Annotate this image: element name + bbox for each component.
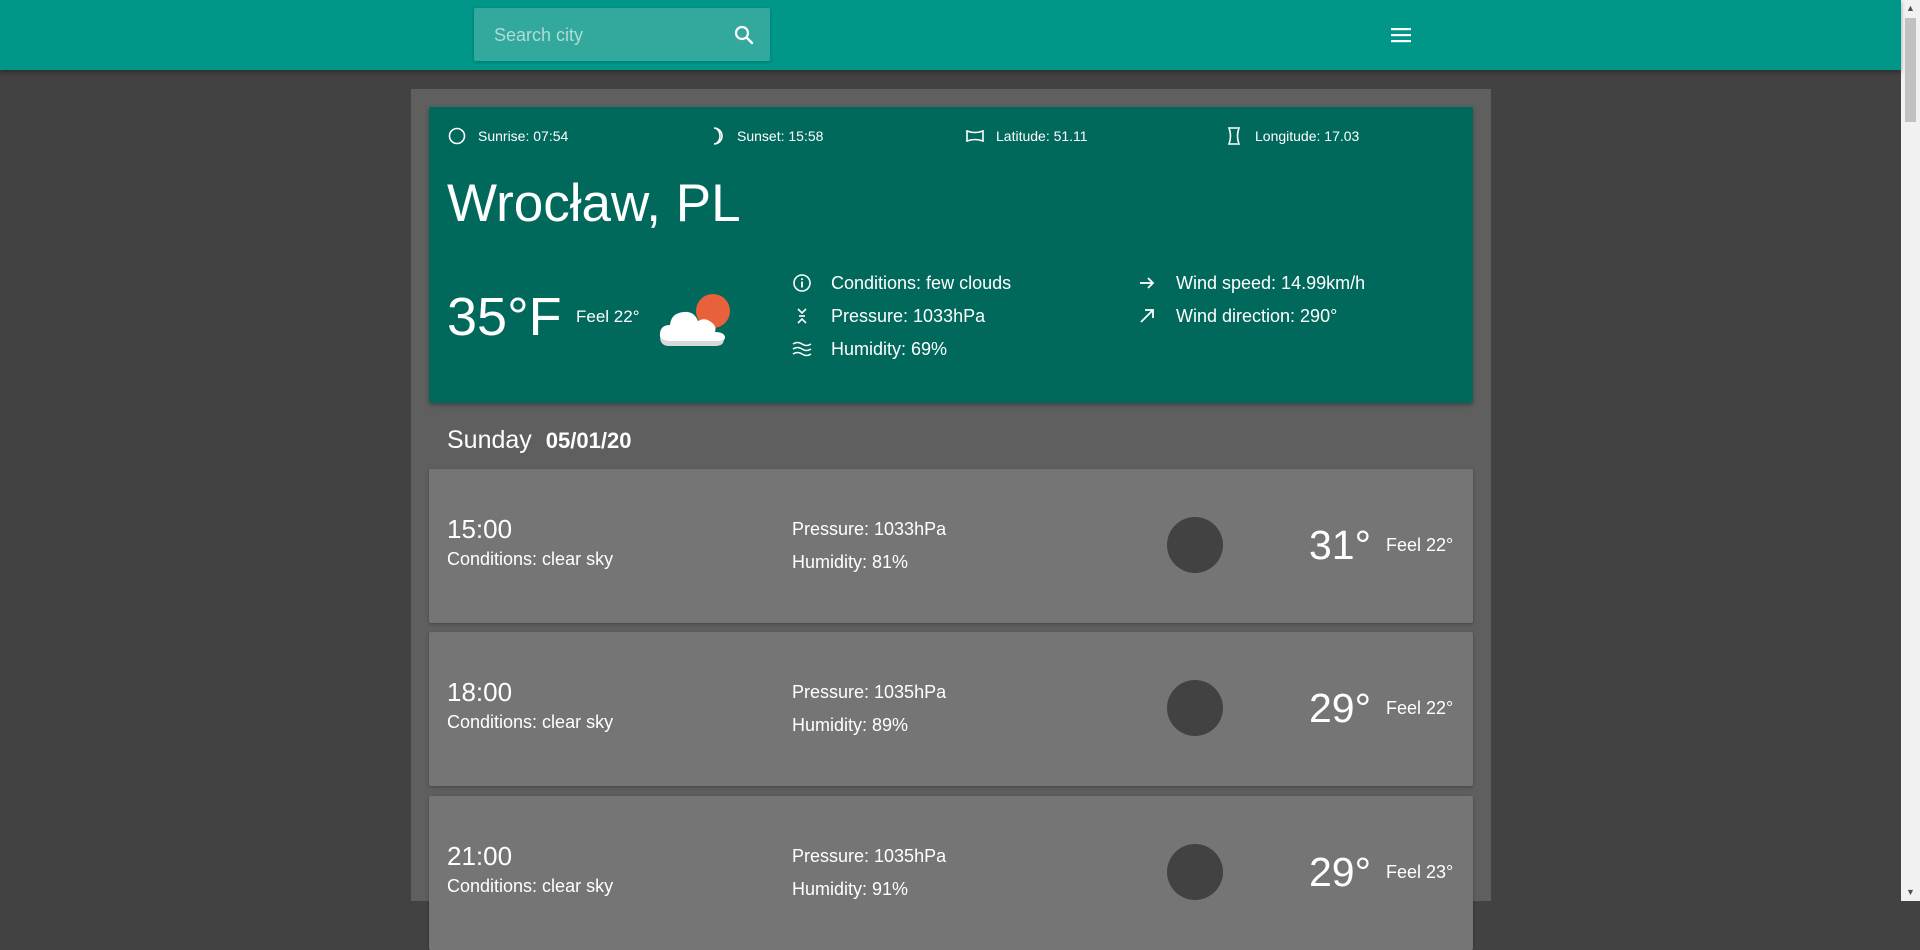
scroll-down-icon[interactable]: ▼ — [1901, 884, 1920, 901]
search-input[interactable] — [492, 8, 726, 63]
latitude-info: Latitude: 51.11 — [965, 125, 1088, 147]
latitude-icon — [966, 129, 984, 143]
menu-icon[interactable] — [1389, 24, 1413, 46]
current-weather-card: Sunrise: 07:54 Sunset: 15:58 Latitude: 5… — [429, 107, 1473, 403]
forecast-pressure: Pressure: 1035hPa — [792, 682, 947, 702]
forecast-card: 21:00 Conditions: clear sky Pressure: 10… — [429, 796, 1473, 950]
info-icon — [793, 274, 811, 292]
city-name: Wrocław, PL — [447, 174, 741, 233]
forecast-humidity: Humidity: 81% — [792, 552, 909, 572]
sunrise-info: Sunrise: 07:54 — [447, 125, 568, 147]
forecast-conditions: Conditions: clear sky — [447, 549, 614, 569]
scrollbar-thumb[interactable] — [1905, 18, 1916, 122]
latitude-text: Latitude: 51.11 — [996, 128, 1088, 144]
scroll-up-icon[interactable]: ▲ — [1901, 0, 1920, 17]
forecast-time: 18:00 — [447, 677, 513, 707]
humidity-stat: Humidity: 69% — [792, 337, 947, 361]
conditions-stat: Conditions: few clouds — [792, 271, 1011, 295]
clear-sky-icon — [1167, 680, 1223, 736]
conditions-text: Conditions: few clouds — [831, 272, 1012, 293]
forecast-humidity: Humidity: 91% — [792, 879, 909, 899]
wind-speed-stat: Wind speed: 14.99km/h — [1137, 271, 1365, 295]
moon-icon — [713, 127, 723, 145]
longitude-text: Longitude: 17.03 — [1255, 128, 1360, 144]
forecast-card: 15:00 Conditions: clear sky Pressure: 10… — [429, 469, 1473, 623]
wind-direction-text: Wind direction: 290° — [1176, 305, 1338, 326]
waves-icon — [792, 341, 812, 357]
pressure-icon — [797, 308, 807, 324]
few-clouds-icon — [659, 294, 730, 346]
day-date: 05/01/20 — [545, 428, 632, 453]
sunrise-icon — [448, 127, 466, 145]
humidity-text: Humidity: 69% — [831, 338, 948, 359]
sunset-info: Sunset: 15:58 — [706, 125, 823, 147]
day-heading: Sunday 05/01/20 — [447, 424, 631, 457]
longitude-icon — [1227, 127, 1241, 145]
forecast-temperature: 29° — [1309, 685, 1372, 731]
wind-speed-text: Wind speed: 14.99km/h — [1176, 272, 1366, 293]
forecast-conditions: Conditions: clear sky — [447, 712, 614, 732]
sunrise-text: Sunrise: 07:54 — [478, 128, 569, 144]
forecast-conditions: Conditions: clear sky — [447, 876, 614, 896]
forecast-feels-like: Feel 22° — [1386, 535, 1454, 555]
page-scrollbar[interactable]: ▲ ▼ — [1901, 0, 1920, 901]
wind-direction-stat: Wind direction: 290° — [1137, 304, 1337, 328]
longitude-info: Longitude: 17.03 — [1224, 125, 1359, 147]
forecast-time: 15:00 — [447, 514, 513, 544]
forecast-time: 21:00 — [447, 841, 513, 871]
pressure-text: Pressure: 1033hPa — [831, 305, 986, 326]
pressure-stat: Pressure: 1033hPa — [792, 304, 985, 328]
arrow-right-icon — [1140, 277, 1155, 289]
forecast-feels-like: Feel 22° — [1386, 698, 1454, 718]
main-content: Sunrise: 07:54 Sunset: 15:58 Latitude: 5… — [411, 89, 1491, 950]
forecast-temperature: 31° — [1309, 522, 1372, 568]
forecast-temperature: 29° — [1309, 849, 1372, 895]
forecast-card: 18:00 Conditions: clear sky Pressure: 10… — [429, 632, 1473, 786]
clear-sky-icon — [1167, 844, 1223, 900]
day-name: Sunday — [447, 426, 532, 454]
forecast-pressure: Pressure: 1033hPa — [792, 519, 947, 539]
current-temperature: 35°F — [447, 287, 562, 347]
arrow-up-right-icon — [1140, 309, 1154, 323]
forecast-feels-like: Feel 23° — [1386, 862, 1454, 882]
sunset-text: Sunset: 15:58 — [737, 128, 824, 144]
top-app-bar — [0, 0, 1901, 70]
search-box[interactable] — [474, 8, 770, 63]
search-icon[interactable] — [732, 23, 756, 47]
forecast-pressure: Pressure: 1035hPa — [792, 846, 947, 866]
clear-sky-icon — [1167, 517, 1223, 573]
forecast-humidity: Humidity: 89% — [792, 715, 909, 735]
feels-like: Feel 22° — [576, 307, 640, 326]
